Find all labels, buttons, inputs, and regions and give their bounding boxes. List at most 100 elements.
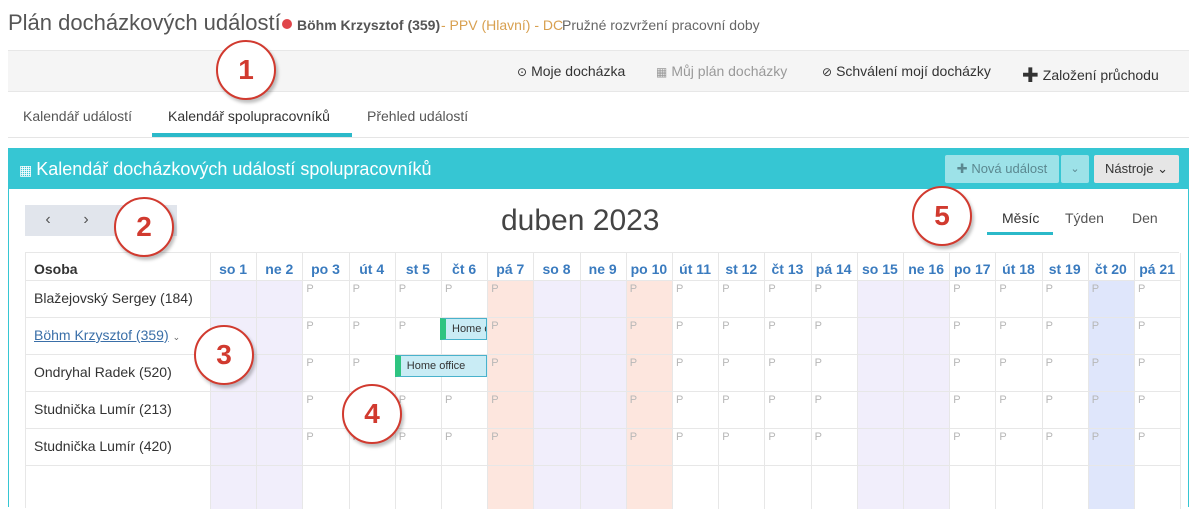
planned-mark: P xyxy=(352,357,360,369)
day-header[interactable]: út 18 xyxy=(995,261,1041,277)
prev-month-button[interactable]: ‹ xyxy=(29,205,67,236)
panel-title-text: Kalendář docházkových událostí spoluprac… xyxy=(36,159,432,179)
day-header[interactable]: čt 20 xyxy=(1088,261,1134,277)
column-divider xyxy=(718,253,720,509)
day-header[interactable]: pá 7 xyxy=(487,261,533,277)
planned-mark: P xyxy=(999,357,1007,369)
person-name[interactable]: Böhm Krzysztof (359) ⌄ xyxy=(34,327,180,343)
planned-mark: P xyxy=(999,394,1007,406)
column-divider xyxy=(949,253,951,509)
annotation-callout: 1 xyxy=(216,40,276,100)
day-header[interactable]: so 15 xyxy=(857,261,903,277)
new-event-button[interactable]: ✚ Nová událost xyxy=(945,155,1059,183)
column-divider xyxy=(1041,253,1043,509)
planned-mark: P xyxy=(953,320,961,332)
view-week[interactable]: Týden xyxy=(1065,210,1104,226)
person-name: Studnička Lumír (213) xyxy=(34,401,172,417)
planned-mark: P xyxy=(768,394,776,406)
planned-mark: P xyxy=(306,357,314,369)
person-name: Ondryhal Radek (520) xyxy=(34,364,172,380)
month-title: duben 2023 xyxy=(501,204,660,237)
planned-mark: P xyxy=(676,394,684,406)
new-event-dropdown-button[interactable]: ⌄ xyxy=(1061,155,1089,183)
day-header[interactable]: st 12 xyxy=(718,261,764,277)
tools-label: Nástroje xyxy=(1105,161,1154,176)
annotation-callout: 4 xyxy=(342,384,402,444)
annotation-number: 4 xyxy=(364,398,380,429)
planned-mark: P xyxy=(1091,394,1100,406)
planned-mark: P xyxy=(352,320,360,332)
planned-mark: P xyxy=(1045,283,1053,295)
column-divider xyxy=(533,253,535,509)
column-divider xyxy=(579,253,581,509)
person-column-header: Osoba xyxy=(34,261,78,277)
column-divider xyxy=(672,253,673,509)
day-header[interactable]: po 17 xyxy=(949,261,995,277)
weekend-column xyxy=(533,280,580,509)
home-office-event[interactable]: Home office xyxy=(394,355,488,377)
tools-button[interactable]: Nástroje ⌄ xyxy=(1094,155,1179,183)
planned-mark: P xyxy=(445,394,453,406)
day-header[interactable]: pá 21 xyxy=(1134,261,1180,277)
planned-mark: P xyxy=(953,394,961,406)
planned-mark: P xyxy=(722,320,730,332)
active-view-indicator xyxy=(987,232,1053,235)
planned-mark: P xyxy=(1091,320,1100,332)
column-divider xyxy=(1134,253,1135,509)
planned-mark: P xyxy=(676,431,684,443)
day-header[interactable]: čt 6 xyxy=(441,261,487,277)
row-divider xyxy=(26,280,1180,281)
day-header[interactable]: út 11 xyxy=(672,261,718,277)
planned-mark: P xyxy=(953,357,961,369)
view-month[interactable]: Měsíc xyxy=(1002,210,1039,226)
chevron-down-icon[interactable]: ⌄ xyxy=(173,332,181,343)
weekend-column xyxy=(856,280,903,509)
day-header[interactable]: ne 9 xyxy=(580,261,626,277)
planned-mark: P xyxy=(999,283,1007,295)
work-schedule: Pružné rozvržení pracovní doby xyxy=(562,17,760,33)
row-divider xyxy=(26,465,1180,466)
day-header[interactable]: pá 14 xyxy=(811,261,857,277)
tab-events-calendar[interactable]: Kalendář událostí xyxy=(23,108,132,124)
clock-icon: ⊙ xyxy=(517,65,528,79)
day-header[interactable]: ne 16 xyxy=(903,261,949,277)
column-divider xyxy=(903,253,904,509)
my-attendance-link[interactable]: ⊙ Moje docházka xyxy=(517,63,625,79)
create-pass-link[interactable]: ✚ Založení průchodu xyxy=(1022,63,1159,88)
planned-mark: P xyxy=(1138,357,1146,369)
planned-mark: P xyxy=(306,283,314,295)
home-office-event[interactable]: Home office xyxy=(440,318,488,340)
column-divider xyxy=(995,253,997,509)
planned-mark: P xyxy=(1045,431,1053,443)
day-header[interactable]: st 19 xyxy=(1042,261,1088,277)
day-header[interactable]: ne 2 xyxy=(256,261,302,277)
day-header[interactable]: so 8 xyxy=(533,261,579,277)
planned-mark: P xyxy=(1091,431,1100,443)
view-day[interactable]: Den xyxy=(1132,210,1158,226)
tab-colleagues-calendar[interactable]: Kalendář spolupracovníků xyxy=(168,108,330,124)
my-plan-link[interactable]: ▦ Můj plán docházky xyxy=(656,63,787,79)
day-header[interactable]: st 5 xyxy=(395,261,441,277)
day-header[interactable]: po 3 xyxy=(302,261,348,277)
person-name-text: Böhm Krzysztof (359) xyxy=(34,327,169,343)
create-pass-label: Založení průchodu xyxy=(1042,67,1159,83)
column-divider xyxy=(764,253,766,509)
person-name-text: Blažejovský Sergey (184) xyxy=(34,290,193,306)
planned-mark: P xyxy=(491,431,499,443)
day-header[interactable]: po 10 xyxy=(626,261,672,277)
row-divider xyxy=(26,317,1180,318)
day-header[interactable]: so 1 xyxy=(210,261,256,277)
approval-label: Schválení mojí docházky xyxy=(836,63,991,79)
planned-mark: P xyxy=(676,357,684,369)
planned-mark: P xyxy=(629,283,638,295)
action-bar: ⊙ Moje docházka ▦ Můj plán docházky ⊘ Schvá… xyxy=(8,50,1189,92)
day-header[interactable]: čt 13 xyxy=(764,261,810,277)
approval-link[interactable]: ⊘ Schválení mojí docházky xyxy=(822,63,991,79)
planned-mark: P xyxy=(768,320,776,332)
next-month-button[interactable]: › xyxy=(67,205,105,236)
planned-mark: P xyxy=(306,320,314,332)
chevron-left-icon: ‹ xyxy=(45,211,51,228)
day-header[interactable]: út 4 xyxy=(349,261,395,277)
tab-events-overview[interactable]: Přehled událostí xyxy=(367,108,468,124)
planned-mark: P xyxy=(814,394,822,406)
